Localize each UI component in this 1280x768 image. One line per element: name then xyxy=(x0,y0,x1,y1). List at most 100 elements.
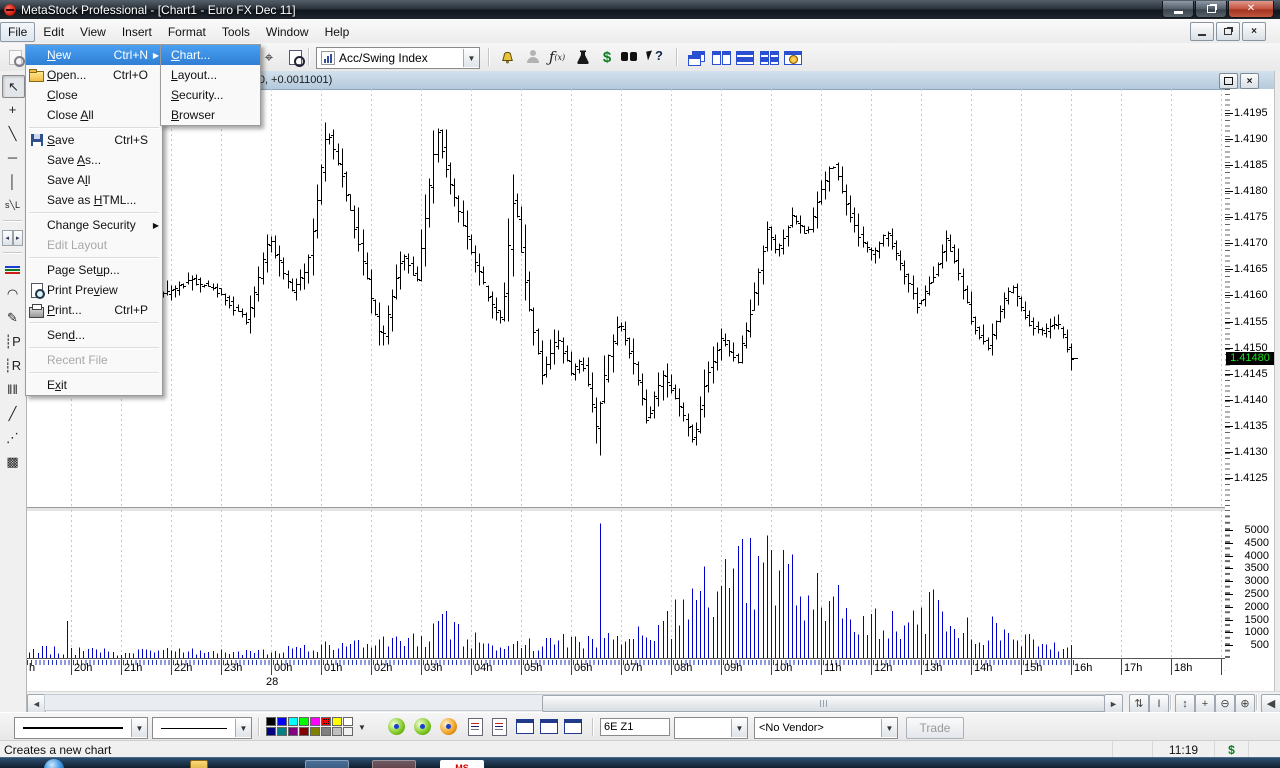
fibonacci-arcs-tool[interactable]: ◠ xyxy=(2,283,23,304)
period-dropdown[interactable]: ▼ xyxy=(674,717,748,739)
quote-orb-1-icon[interactable] xyxy=(388,718,405,735)
menu-item-save[interactable]: SaveCtrl+S xyxy=(26,130,162,150)
color-swatch[interactable] xyxy=(321,717,331,726)
downloader-dollar-icon[interactable]: $ xyxy=(596,46,618,68)
alert-bell-icon[interactable] xyxy=(496,46,518,68)
grid-tool[interactable]: ▩ xyxy=(2,451,23,472)
menu-item-save-all[interactable]: Save All xyxy=(26,170,162,190)
zoom-out-button[interactable]: ⊖ xyxy=(1215,694,1235,713)
crosshair-pointer-tool[interactable]: I xyxy=(1149,694,1169,713)
chart-close-button[interactable]: × xyxy=(1240,73,1259,89)
symbol-input[interactable] xyxy=(600,718,670,736)
scroll-arrows[interactable]: ◂▸ xyxy=(2,227,23,248)
line-weight-dropdown-arrow[interactable]: ▼ xyxy=(235,719,251,737)
menu-item-recent-file[interactable]: Recent File xyxy=(26,350,162,370)
color-swatch[interactable] xyxy=(288,717,298,726)
menu-item-layout[interactable]: Layout... xyxy=(161,65,260,85)
menu-item-print[interactable]: Print...Ctrl+P xyxy=(26,300,162,320)
new-chart-icon[interactable] xyxy=(4,46,26,68)
close-button[interactable]: ✕ xyxy=(1228,1,1274,18)
mdi-restore-button[interactable] xyxy=(1216,22,1240,41)
tile-vertical-windows-icon[interactable] xyxy=(710,46,732,68)
customize-windows-icon[interactable] xyxy=(782,46,804,68)
channel-lines-tool[interactable] xyxy=(2,259,23,280)
expert-advisor-icon[interactable] xyxy=(522,46,544,68)
zoom-in-button[interactable]: ⊕ xyxy=(1235,694,1255,713)
menu-file[interactable]: File xyxy=(0,22,35,42)
menu-item-open[interactable]: Open...Ctrl+O xyxy=(26,65,162,85)
indicator-builder-icon[interactable]: ƒ(x) xyxy=(546,46,568,68)
menu-item-browser[interactable]: Browser xyxy=(161,105,260,125)
menu-item-send[interactable]: Send... xyxy=(26,325,162,345)
trade-button[interactable]: Trade xyxy=(906,717,964,739)
menu-item-chart[interactable]: Chart... xyxy=(161,45,260,65)
menu-item-new[interactable]: NewCtrl+N▶ xyxy=(26,45,162,65)
menu-item-page-setup[interactable]: Page Setup... xyxy=(26,260,162,280)
menu-item-print-preview[interactable]: Print Preview xyxy=(26,280,162,300)
quote-orb-2-icon[interactable] xyxy=(414,718,431,735)
projection-tool[interactable]: ┊P xyxy=(2,331,23,352)
color-swatch[interactable] xyxy=(310,727,320,736)
taskbar-app-1[interactable] xyxy=(305,760,349,768)
taskbar-folder-icon[interactable] xyxy=(190,760,208,768)
scrollbar-thumb[interactable] xyxy=(542,695,1105,712)
fibonacci-fan-tool[interactable]: ✎ xyxy=(2,307,23,328)
volume-pane[interactable] xyxy=(27,510,1225,658)
color-swatch[interactable] xyxy=(277,717,287,726)
layout-window-2-icon[interactable] xyxy=(540,719,558,734)
mdi-close-button[interactable]: × xyxy=(1242,22,1266,41)
crosshair-tool[interactable]: + xyxy=(2,99,23,120)
menu-view[interactable]: View xyxy=(72,22,114,42)
vertical-line-tool[interactable]: │ xyxy=(2,171,23,192)
taskbar-metastock[interactable]: MS xyxy=(440,760,484,768)
time-zones-tool[interactable]: ‖‖ xyxy=(2,379,23,400)
menu-tools[interactable]: Tools xyxy=(214,22,258,42)
layout-window-3-icon[interactable] xyxy=(564,719,582,734)
menu-edit[interactable]: Edit xyxy=(35,22,72,42)
line-style-dropdown-thick[interactable]: ▼ xyxy=(14,717,148,739)
menu-item-edit-layout[interactable]: Edit Layout xyxy=(26,235,162,255)
color-swatch[interactable] xyxy=(310,717,320,726)
line-style-dropdown-arrow[interactable]: ▼ xyxy=(131,719,147,737)
indicator-dropdown-arrow[interactable]: ▼ xyxy=(463,49,479,67)
speed-lines-tool[interactable]: ⋰ xyxy=(2,427,23,448)
menu-window[interactable]: Window xyxy=(258,22,317,42)
chart-restore-button[interactable] xyxy=(1219,73,1238,89)
crosshair-icon[interactable]: ⌖ xyxy=(258,46,280,68)
tile-horizontal-windows-icon[interactable] xyxy=(734,46,756,68)
context-help-icon[interactable]: ? xyxy=(644,46,666,68)
color-swatch[interactable] xyxy=(266,727,276,736)
color-swatch[interactable] xyxy=(277,727,287,736)
trendline-sl-tool[interactable]: s╲L xyxy=(2,195,23,216)
menu-item-change-security[interactable]: Change Security▶ xyxy=(26,215,162,235)
menu-insert[interactable]: Insert xyxy=(114,22,160,42)
menu-item-exit[interactable]: Exit xyxy=(26,375,162,395)
line-weight-dropdown-thin[interactable]: ▼ xyxy=(152,717,252,739)
refresh-tool[interactable]: ⇅ xyxy=(1129,694,1149,713)
retracement-tool[interactable]: ┊R xyxy=(2,355,23,376)
menu-help[interactable]: Help xyxy=(317,22,358,42)
resize-vertical-tool[interactable]: ↕ xyxy=(1175,694,1195,713)
horizontal-scrollbar[interactable] xyxy=(44,694,1104,711)
vendor-dropdown[interactable]: <No Vendor> ▼ xyxy=(754,717,898,739)
menu-item-security[interactable]: Security... xyxy=(161,85,260,105)
move-tool[interactable]: + xyxy=(1195,694,1215,713)
color-swatch[interactable] xyxy=(343,717,353,726)
color-swatch[interactable] xyxy=(299,717,309,726)
color-swatch[interactable] xyxy=(321,727,331,736)
minimize-button[interactable] xyxy=(1162,1,1194,18)
trendline-tool[interactable]: ╲ xyxy=(2,123,23,144)
color-swatch[interactable] xyxy=(266,717,276,726)
report-page-2-icon[interactable] xyxy=(492,718,507,736)
zoom-page-icon[interactable] xyxy=(284,46,306,68)
menu-item-close[interactable]: Close xyxy=(26,85,162,105)
menu-format[interactable]: Format xyxy=(160,22,214,42)
mdi-minimize-button[interactable] xyxy=(1190,22,1214,41)
diagonal-line-tool[interactable]: ╱ xyxy=(2,403,23,424)
price-pane[interactable] xyxy=(27,89,1225,507)
indicator-quicklist[interactable]: Acc/Swing Index ▼ xyxy=(316,47,480,69)
pointer-tool[interactable]: ↖ xyxy=(2,75,25,98)
palette-dropdown-arrow[interactable]: ▼ xyxy=(356,721,368,734)
color-swatch[interactable] xyxy=(288,727,298,736)
scroll-right-button[interactable]: ► xyxy=(1104,694,1123,713)
